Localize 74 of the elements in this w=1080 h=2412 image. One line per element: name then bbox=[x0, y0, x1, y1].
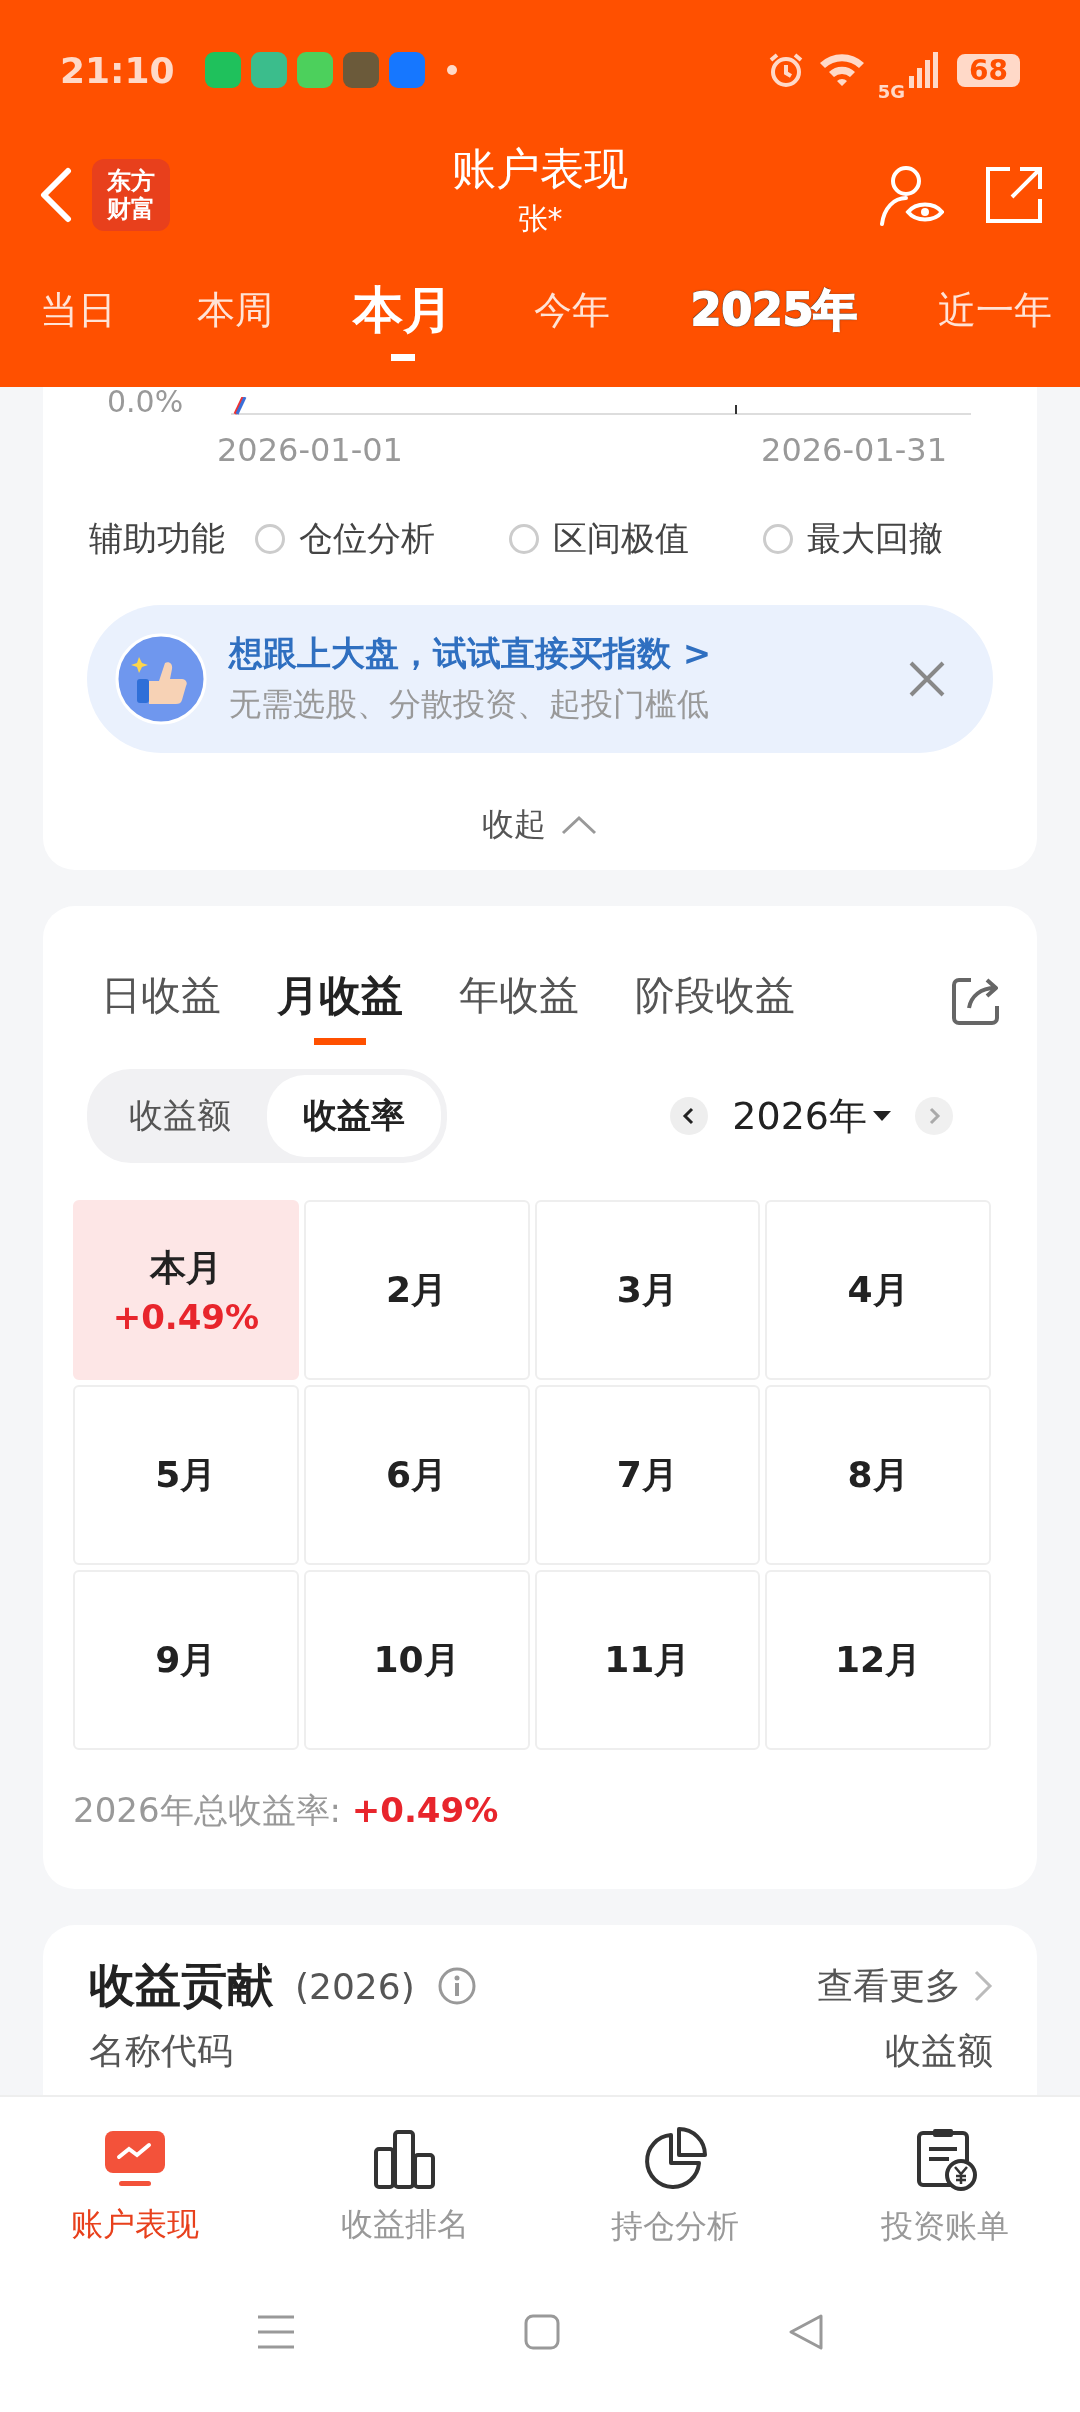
banner-title[interactable]: 想跟上大盘，试试直接买指数 > bbox=[229, 631, 712, 677]
radio-button[interactable] bbox=[763, 524, 793, 554]
returns-tab[interactable]: 月收益 bbox=[277, 957, 403, 1045]
axis-label: 0.0% bbox=[107, 387, 185, 417]
user-eye-icon[interactable] bbox=[878, 164, 944, 226]
axis-label: 2026-01-31 bbox=[761, 431, 947, 469]
month-cell[interactable]: 5月 bbox=[73, 1385, 299, 1565]
month-cell[interactable]: 3月 bbox=[534, 1200, 761, 1380]
axis-label: 2026-01-01 bbox=[217, 431, 403, 469]
section-year: (2026) bbox=[295, 1965, 415, 2007]
segment-option[interactable]: 收益率 bbox=[267, 1075, 441, 1157]
bar-chart-icon bbox=[373, 2128, 437, 2189]
status-time: 21:10 bbox=[60, 49, 175, 91]
chevron-up-icon bbox=[560, 814, 598, 836]
month-cell[interactable]: 9月 bbox=[73, 1570, 299, 1750]
assist-option[interactable]: 区间极值 bbox=[509, 516, 689, 562]
page-title: 账户表现 bbox=[452, 142, 628, 196]
returns-tab[interactable]: 阶段收益 bbox=[635, 958, 795, 1044]
app-icon bbox=[296, 52, 333, 88]
see-more-link[interactable]: 查看更多 bbox=[817, 1961, 993, 2011]
month-cell[interactable]: 10月 bbox=[303, 1570, 530, 1750]
month-cell[interactable]: 2月 bbox=[303, 1200, 530, 1380]
assist-option[interactable]: 最大回撤 bbox=[763, 516, 943, 562]
option-label: 最大回撤 bbox=[807, 517, 943, 560]
section-title: 收益贡献 bbox=[89, 1957, 273, 2014]
share-icon[interactable] bbox=[984, 165, 1044, 225]
network-label: 5G bbox=[877, 80, 906, 102]
month-cell[interactable]: 本月 +0.49% bbox=[73, 1200, 299, 1380]
pie-chart-icon bbox=[643, 2126, 707, 2191]
signal-icon bbox=[909, 52, 940, 88]
share-icon[interactable] bbox=[951, 976, 1001, 1026]
app-icon bbox=[250, 52, 287, 88]
column-header: 名称代码 bbox=[89, 2029, 233, 2073]
app-icon bbox=[204, 52, 241, 88]
year-dropdown[interactable]: 2026年 bbox=[732, 1090, 891, 1142]
assist-option[interactable]: 仓位分析 bbox=[255, 516, 435, 562]
info-icon[interactable] bbox=[436, 1966, 477, 2006]
month-cell[interactable]: 8月 bbox=[765, 1385, 991, 1565]
month-cell[interactable]: 7月 bbox=[534, 1385, 761, 1565]
caret-down-icon bbox=[873, 1111, 891, 1121]
back-icon[interactable] bbox=[38, 167, 74, 223]
app-icon bbox=[342, 52, 379, 88]
column-header: 收益额 bbox=[885, 2029, 993, 2073]
returns-tab[interactable]: 日收益 bbox=[101, 958, 221, 1044]
radio-button[interactable] bbox=[255, 524, 285, 554]
assist-label: 辅助功能 bbox=[89, 517, 225, 560]
account-name: 张* bbox=[517, 200, 563, 238]
month-cell[interactable]: 4月 bbox=[765, 1200, 991, 1380]
chevron-right-icon bbox=[973, 1969, 993, 2003]
collapse-button[interactable]: 收起 bbox=[482, 803, 598, 847]
option-label: 区间极值 bbox=[553, 517, 689, 560]
segment-option[interactable]: 收益额 bbox=[93, 1075, 267, 1157]
month-cell[interactable]: 6月 bbox=[303, 1385, 530, 1565]
radio-button[interactable] bbox=[509, 524, 539, 554]
close-icon[interactable] bbox=[907, 659, 947, 699]
nav-tab[interactable]: 账户表现 bbox=[0, 2097, 270, 2272]
total-return-summary: 2026年总收益率: +0.49% bbox=[73, 1789, 500, 1832]
app-icon bbox=[388, 52, 425, 88]
banner-subtitle: 无需选股、分散投资、起投门槛低 bbox=[229, 684, 710, 725]
back-icon[interactable] bbox=[788, 2313, 824, 2351]
month-cell[interactable]: 12月 bbox=[765, 1570, 991, 1750]
thumbs-up-icon bbox=[115, 633, 207, 725]
app-logo: 东方财富 bbox=[92, 159, 170, 231]
battery-level: 68 bbox=[957, 53, 1020, 87]
promo-banner[interactable]: 想跟上大盘，试试直接买指数 > 无需选股、分散投资、起投门槛低 bbox=[87, 605, 993, 753]
notification-dot-icon bbox=[446, 65, 457, 75]
returns-tab[interactable]: 年收益 bbox=[459, 958, 579, 1044]
next-icon[interactable] bbox=[915, 1097, 953, 1135]
chart-monitor-icon bbox=[103, 2128, 167, 2189]
previous-icon[interactable] bbox=[670, 1097, 709, 1135]
menu-icon[interactable] bbox=[256, 2314, 296, 2350]
month-cell[interactable]: 11月 bbox=[534, 1570, 761, 1750]
home-icon[interactable] bbox=[524, 2314, 560, 2350]
option-label: 仓位分析 bbox=[299, 517, 435, 560]
